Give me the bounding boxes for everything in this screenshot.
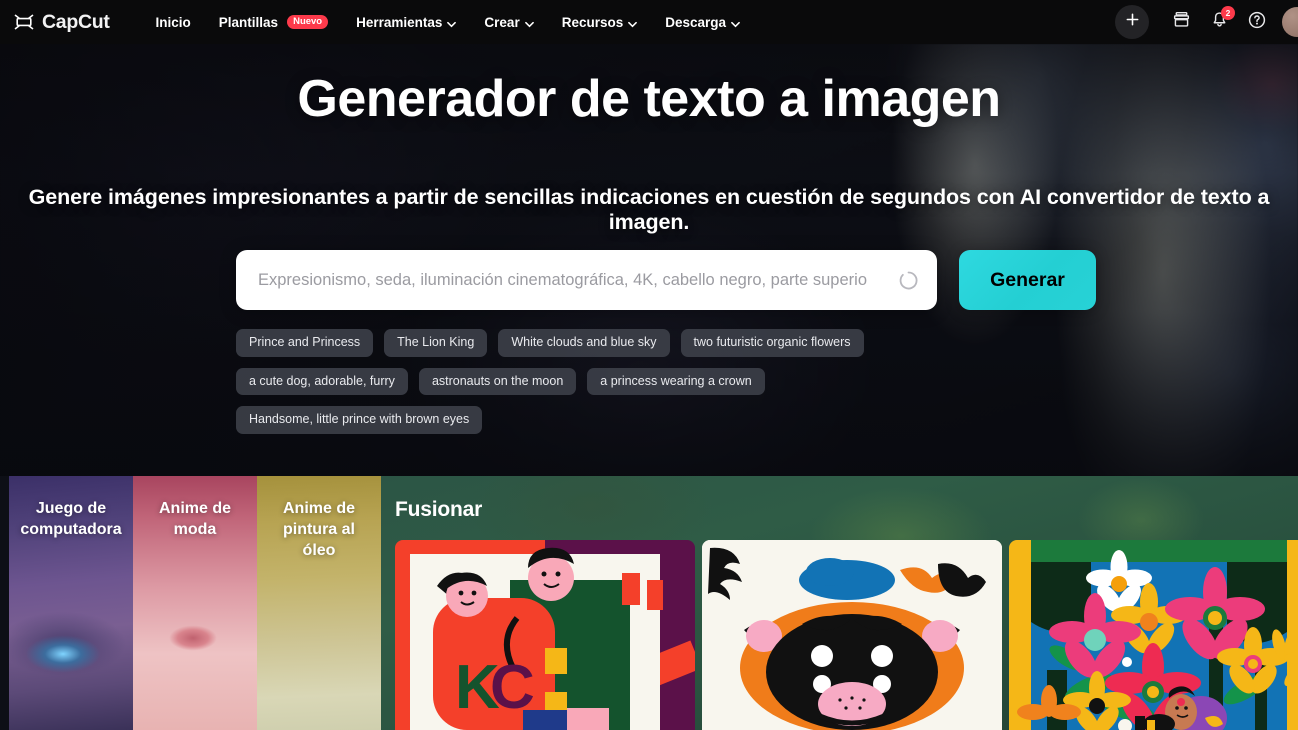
suggestion-chip[interactable]: a princess wearing a crown: [587, 367, 765, 395]
prompt-input[interactable]: [258, 270, 892, 290]
nav-item-plantillas[interactable]: Plantillas Nuevo: [205, 9, 342, 36]
notification-count-badge: 2: [1221, 6, 1235, 20]
suggestion-chips: Prince and Princess The Lion King White …: [236, 329, 1016, 434]
nav-item-crear-label: Crear: [484, 14, 520, 30]
carousel-card-label: Anime de moda: [158, 500, 231, 539]
page-title: Generador de texto a imagen: [297, 70, 1001, 128]
nav-item-inicio-label: Inicio: [155, 14, 191, 30]
fusionar-label: Fusionar: [395, 498, 483, 521]
suggestion-chip[interactable]: The Lion King: [384, 329, 488, 357]
hero-section: Generador de texto a imagen Genere imáge…: [0, 44, 1298, 476]
suggestion-chip[interactable]: Handsome, little prince with brown eyes: [236, 406, 483, 434]
carousel-card-computer-game[interactable]: Juego de computadora: [9, 476, 133, 730]
kc-kids-illustration[interactable]: K C: [395, 540, 695, 730]
capcut-logo-text: CapCut: [42, 10, 110, 33]
nav-item-crear[interactable]: Crear: [470, 9, 547, 36]
suggestion-chip[interactable]: White clouds and blue sky: [498, 329, 670, 357]
capcut-logo[interactable]: CapCut: [13, 11, 110, 34]
chevron-down-icon: [524, 17, 534, 27]
nav-actions: 2: [1115, 3, 1298, 41]
suggestion-chip[interactable]: astronauts on the moon: [418, 367, 577, 395]
page-subtitle: Genere imágenes impresionantes a partir …: [28, 185, 1270, 234]
tiger-illustration[interactable]: [702, 540, 1002, 730]
carousel-card-oil-painting-anime[interactable]: Anime de pintura al óleo: [257, 476, 381, 730]
nav-item-descarga-label: Descarga: [665, 14, 727, 30]
fusionar-section: Fusionar K C: [381, 476, 1298, 730]
notifications-button[interactable]: 2: [1200, 3, 1238, 41]
archive-box-icon: [1172, 10, 1191, 34]
nav-item-recursos[interactable]: Recursos: [548, 9, 652, 36]
nav-item-herramientas-label: Herramientas: [356, 14, 443, 30]
suggestion-chip[interactable]: Prince and Princess: [236, 329, 374, 357]
nav-links: Inicio Plantillas Nuevo Herramientas Cre…: [142, 9, 755, 36]
nav-item-plantillas-label: Plantillas: [218, 14, 279, 30]
prompt-row: Generar: [236, 250, 1096, 310]
capcut-logo-icon: [13, 12, 35, 32]
question-mark-circle-icon: [1247, 10, 1267, 35]
carousel-card-fashion-anime[interactable]: Anime de moda: [133, 476, 257, 730]
prompt-box[interactable]: [236, 250, 937, 310]
nav-item-descarga[interactable]: Descarga: [651, 9, 754, 36]
chevron-down-icon: [731, 17, 740, 27]
style-carousel: Juego de computadora Anime de moda Anime…: [0, 476, 1298, 730]
generate-button[interactable]: Generar: [959, 250, 1096, 310]
avatar[interactable]: [1282, 7, 1298, 37]
nav-item-inicio[interactable]: Inicio: [142, 9, 205, 36]
top-navigation-bar: CapCut Inicio Plantillas Nuevo Herramien…: [0, 0, 1298, 44]
flowers-illustration[interactable]: [1009, 540, 1298, 730]
suggestion-chip[interactable]: two futuristic organic flowers: [680, 329, 864, 357]
loading-spinner-icon[interactable]: [898, 270, 919, 291]
create-new-button[interactable]: [1115, 5, 1149, 39]
help-button[interactable]: [1238, 3, 1276, 41]
nav-badge-nuevo: Nuevo: [287, 15, 329, 29]
carousel-card-label: Anime de pintura al óleo: [282, 500, 355, 560]
chevron-down-icon: [447, 17, 457, 27]
suggestion-chip[interactable]: a cute dog, adorable, furry: [236, 367, 408, 395]
chevron-down-icon: [628, 17, 638, 27]
nav-item-herramientas[interactable]: Herramientas: [342, 9, 470, 36]
nav-item-recursos-label: Recursos: [561, 14, 624, 30]
archive-button[interactable]: [1162, 3, 1200, 41]
carousel-card-label: Juego de computadora: [20, 500, 122, 539]
plus-icon: [1125, 12, 1140, 32]
